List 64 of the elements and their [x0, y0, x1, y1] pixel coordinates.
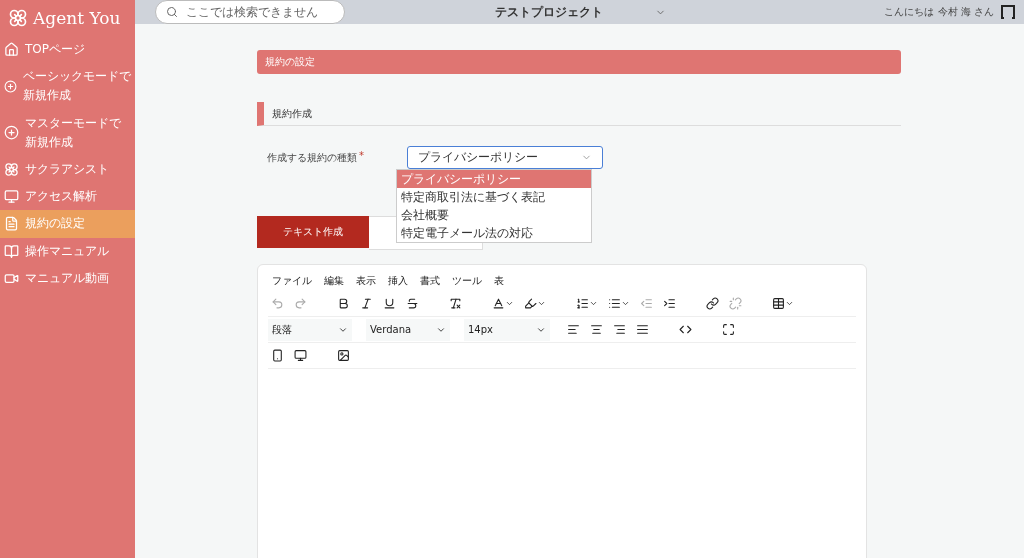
logo-text: Agent You	[33, 8, 121, 28]
desktop-icon	[294, 349, 307, 362]
outdent-icon	[640, 297, 653, 310]
alignright-icon	[613, 323, 626, 336]
numlist-icon	[576, 297, 589, 310]
create-text-button[interactable]: テキスト作成	[257, 216, 369, 248]
justify-icon	[636, 323, 649, 336]
caret-icon	[621, 299, 630, 308]
editor-menu-item[interactable]: 書式	[420, 274, 440, 288]
strike-icon	[406, 297, 419, 310]
clear-icon	[449, 297, 462, 310]
page-title: 規約の設定	[257, 50, 901, 74]
code-tool-button[interactable]	[676, 323, 695, 336]
project-selector[interactable]: テストプロジェクト	[495, 3, 655, 21]
item-label: 新規作成	[25, 133, 74, 151]
caret-icon	[505, 299, 514, 308]
plus-icon	[4, 78, 17, 94]
search-field[interactable]: ここでは検索できません	[155, 0, 345, 24]
indent-icon	[663, 297, 676, 310]
bullist-icon	[608, 297, 621, 310]
item-label: マスターモードで	[25, 114, 121, 132]
italic-icon	[360, 297, 373, 310]
link-icon	[706, 297, 719, 310]
mobile-icon	[271, 349, 284, 362]
required-mark: *	[359, 150, 364, 161]
fullscreen-icon	[722, 323, 735, 336]
type-select[interactable]: プライバシーポリシー	[407, 146, 603, 169]
caret-icon	[589, 299, 598, 308]
manual-icon	[4, 243, 19, 259]
undo-icon	[271, 297, 284, 310]
unlink-icon	[729, 297, 742, 310]
plus-icon	[4, 125, 19, 141]
doc-icon	[4, 216, 19, 232]
caret-icon	[785, 299, 794, 308]
bold-icon	[337, 297, 350, 310]
editor-menu-item[interactable]: ツール	[452, 274, 482, 288]
caret-icon	[537, 299, 546, 308]
code-icon	[679, 323, 692, 336]
textcolor-icon	[492, 297, 505, 310]
field-label: 作成する規約の種類	[267, 150, 357, 165]
font-size-select[interactable]: 14px	[464, 318, 550, 341]
link-tool-button[interactable]	[703, 297, 722, 310]
table-icon	[772, 297, 785, 310]
home-icon	[4, 42, 19, 58]
image-icon	[337, 349, 350, 362]
editor-menu-item[interactable]: 編集	[324, 274, 344, 288]
editor-menu-item[interactable]: ファイル	[272, 274, 312, 288]
highlight-icon	[524, 297, 537, 310]
item-label: 新規作成	[23, 87, 72, 105]
font-family-select[interactable]: Verdana	[366, 318, 450, 341]
editor-menu-item[interactable]: 表示	[356, 274, 376, 288]
block-format-select[interactable]: 段落	[268, 318, 352, 341]
desktop-tool-button[interactable]	[291, 349, 310, 362]
assist-icon	[4, 162, 19, 178]
aligncenter-icon	[590, 323, 603, 336]
item-label: ベーシックモードで	[23, 68, 131, 86]
underline-icon	[383, 297, 396, 310]
search-icon	[166, 6, 178, 18]
greeting-text: こんにちは 今村 海 さん	[884, 5, 994, 19]
section-title: 規約作成	[257, 102, 901, 126]
editor-menu-item[interactable]: 挿入	[388, 274, 408, 288]
editor-menu-item[interactable]: 表	[494, 274, 504, 288]
alignleft-icon	[567, 323, 580, 336]
redo-icon	[294, 297, 307, 310]
